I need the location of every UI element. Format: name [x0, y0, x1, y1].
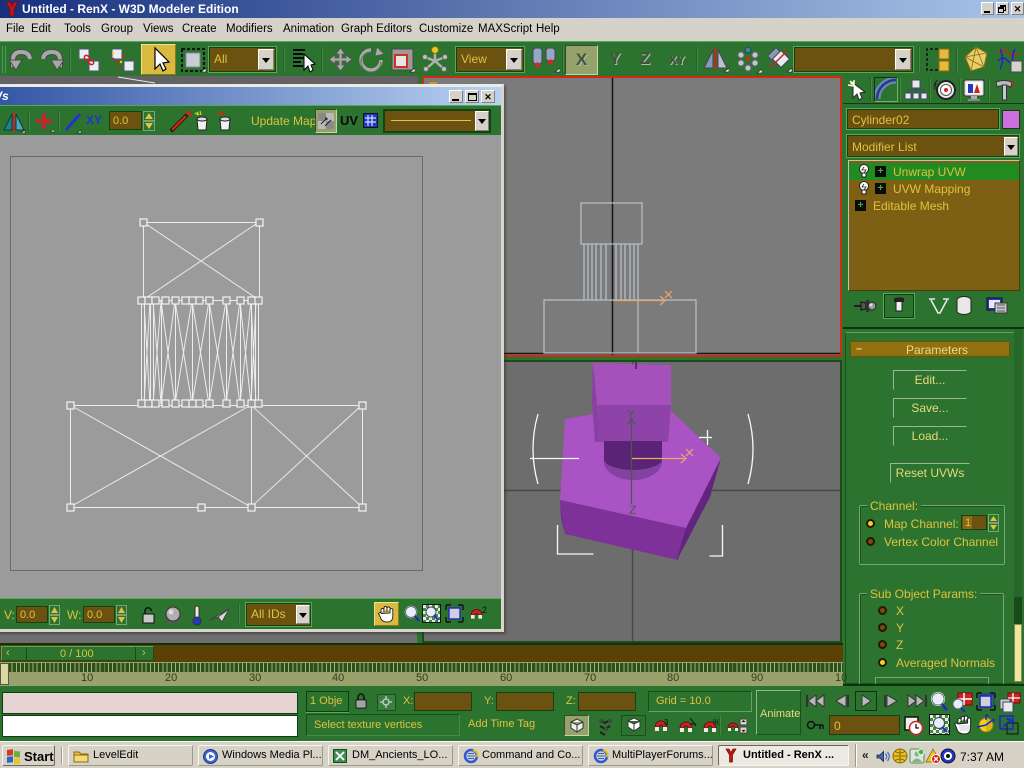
svg-text:Z: Z	[629, 503, 636, 517]
svg-text:2: 2	[482, 605, 487, 615]
svg-text:Y: Y	[627, 407, 635, 421]
svg-text:3: 3	[664, 718, 669, 727]
